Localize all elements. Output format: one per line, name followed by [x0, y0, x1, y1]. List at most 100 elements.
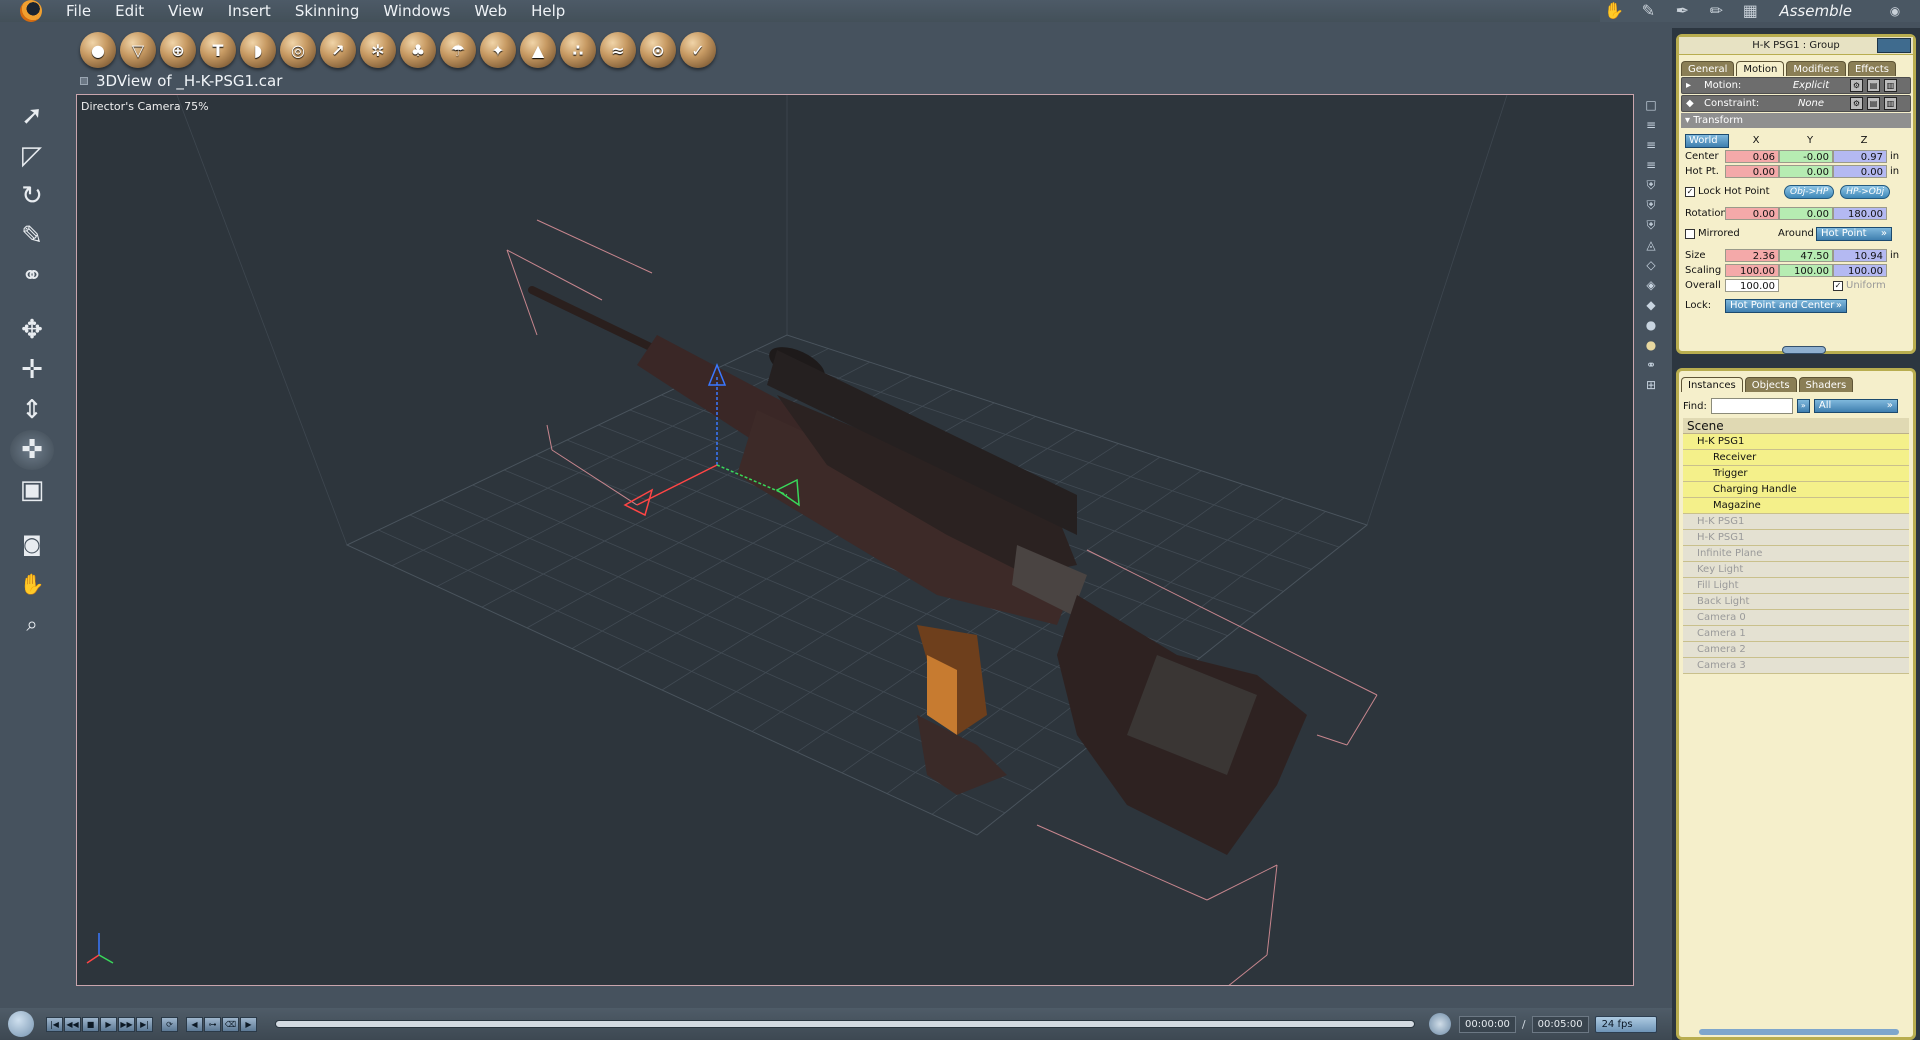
find-options-icon[interactable]: » [1796, 399, 1810, 413]
tree-item[interactable]: Fill Light [1683, 578, 1909, 594]
step-back-icon[interactable]: ◀◀ [64, 1016, 81, 1032]
motion-value[interactable]: Explicit [1776, 80, 1846, 91]
target-tool-icon[interactable]: ⊙ [640, 32, 676, 68]
bone-tool-icon[interactable]: ↗ [320, 32, 356, 68]
shaded-icon[interactable]: ◆ [1644, 298, 1658, 312]
scaling-y-field[interactable]: 100.00 [1779, 264, 1833, 277]
lock-select[interactable]: Hot Point and Center» [1725, 298, 1847, 313]
constraint-value[interactable]: None [1776, 98, 1846, 109]
link-chain-icon[interactable]: ⚭ [10, 256, 54, 296]
menu-file[interactable]: File [54, 2, 103, 20]
app-logo-icon[interactable] [20, 0, 42, 22]
transform-section[interactable]: ▾ Transform [1681, 113, 1911, 128]
motion-row[interactable]: ▸ Motion: Explicit ⚙ ▤ ▥ [1681, 77, 1911, 94]
pencil-room-icon[interactable]: ✏ [1705, 1, 1727, 21]
motion-settings-icon[interactable]: ⚙ [1850, 79, 1863, 92]
box-object-icon[interactable]: ▣ [10, 470, 54, 510]
panel-resize-handle[interactable] [1782, 346, 1826, 354]
move-xyz-icon[interactable]: ✥ [10, 310, 54, 350]
lock-hotpoint-checkbox[interactable]: ✓ [1685, 186, 1695, 197]
next-key-icon[interactable]: ▶ [240, 1016, 257, 1032]
tree-tool-icon[interactable]: ♣ [400, 32, 436, 68]
tree-item[interactable]: H-K PSG1 [1683, 530, 1909, 546]
stop-icon[interactable]: ■ [82, 1016, 99, 1032]
grid-icon[interactable]: ⊞ [1644, 378, 1658, 392]
tab-motion[interactable]: Motion [1736, 61, 1785, 76]
current-time[interactable]: 00:00:00 [1459, 1015, 1516, 1033]
fps-select[interactable]: 24 fps [1594, 1015, 1657, 1033]
expand-diamond-icon[interactable]: ◆ [1686, 98, 1700, 109]
render-mode-icon[interactable]: ◬ [1644, 238, 1658, 252]
mirrored-checkbox[interactable] [1685, 228, 1695, 239]
3d-viewport[interactable]: Director's Camera 75% [76, 94, 1634, 986]
find-input[interactable] [1710, 398, 1793, 414]
filter-select[interactable]: All » [1813, 399, 1898, 413]
white-square-icon[interactable]: □ [1644, 98, 1658, 112]
cube-icon[interactable]: ◈ [1644, 278, 1658, 292]
motion-lock-icon[interactable]: ▥ [1884, 79, 1897, 92]
tree-item[interactable]: Camera 3 [1683, 658, 1909, 674]
lines-icon-3[interactable]: ≡ [1644, 158, 1658, 172]
zoom-icon[interactable]: ⌕ [10, 604, 54, 644]
select-arrow-icon[interactable]: ➚ [10, 96, 54, 136]
constraint-row[interactable]: ◆ Constraint: None ⚙ ▤ ▥ [1681, 95, 1911, 112]
panel-view-buttons[interactable] [1877, 38, 1911, 53]
wrench-tool-icon[interactable]: ✦ [480, 32, 516, 68]
scatter-tool-icon[interactable]: ∴ [560, 32, 596, 68]
rotate-icon[interactable]: ↻ [10, 176, 54, 216]
animation-logo-icon[interactable] [8, 1011, 34, 1037]
sphere-tool-icon[interactable]: ● [80, 32, 116, 68]
gear-tool-icon[interactable]: ✲ [360, 32, 396, 68]
hotpoint-y-field[interactable]: 0.00 [1779, 165, 1833, 178]
menu-help[interactable]: Help [519, 2, 577, 20]
prev-key-icon[interactable]: ◀ [186, 1016, 203, 1032]
brush-room-icon[interactable]: ✎ [1637, 1, 1659, 21]
overall-field[interactable]: 100.00 [1725, 279, 1779, 292]
torus-tool-icon[interactable]: ◎ [280, 32, 316, 68]
render-tool-icon[interactable]: ✓ [680, 32, 716, 68]
sphere-shaded-icon[interactable]: ● [1644, 318, 1658, 332]
play-icon[interactable]: ▶ [100, 1016, 117, 1032]
text-tool-icon[interactable]: T [200, 32, 236, 68]
camera-icon[interactable]: ◙ [10, 524, 54, 564]
around-select[interactable]: Hot Point » [1816, 226, 1892, 241]
center-y-field[interactable]: -0.00 [1779, 150, 1833, 163]
expand-arrow-icon[interactable]: ▸ [1686, 80, 1700, 91]
lines-icon[interactable]: ≡ [1644, 118, 1658, 132]
menu-windows[interactable]: Windows [371, 2, 462, 20]
tree-item[interactable]: Back Light [1683, 594, 1909, 610]
horizontal-scrollbar[interactable] [1699, 1029, 1899, 1035]
scene-header[interactable]: Scene [1683, 418, 1909, 434]
uniform-checkbox[interactable]: ✓ [1833, 280, 1843, 291]
add-key-icon[interactable]: ⊶ [204, 1016, 221, 1032]
go-end-icon[interactable]: ▶| [136, 1016, 153, 1032]
menu-edit[interactable]: Edit [103, 2, 156, 20]
rotation-x-field[interactable]: 0.00 [1725, 207, 1779, 220]
pen-room-icon[interactable]: ✒ [1671, 1, 1693, 21]
motion-save-icon[interactable]: ▤ [1867, 79, 1880, 92]
tab-general[interactable]: General [1681, 61, 1735, 76]
rotation-y-field[interactable]: 0.00 [1779, 207, 1833, 220]
film-room-icon[interactable]: ▦ [1739, 1, 1761, 21]
tree-item[interactable]: Camera 2 [1683, 642, 1909, 658]
move-vertical-icon[interactable]: ⇕ [10, 390, 54, 430]
umbrella-tool-icon[interactable]: ☂ [440, 32, 476, 68]
hand-room-icon[interactable]: ✋ [1603, 1, 1625, 21]
tree-item[interactable]: Magazine [1683, 498, 1909, 514]
globe-tool-icon[interactable]: ⊕ [160, 32, 196, 68]
timeline-scrubber[interactable] [275, 1020, 1415, 1028]
tab-shaders[interactable]: Shaders [1798, 377, 1854, 392]
link-icon[interactable]: ⚭ [1644, 358, 1658, 372]
menu-web[interactable]: Web [462, 2, 519, 20]
move-universal-icon[interactable]: ✜ [10, 430, 54, 470]
clock-icon[interactable] [1429, 1013, 1451, 1035]
tree-item[interactable]: Charging Handle [1683, 482, 1909, 498]
tab-effects[interactable]: Effects [1847, 61, 1896, 76]
hp-to-obj-button[interactable]: HP->Obj [1840, 184, 1891, 199]
center-x-field[interactable]: 0.06 [1725, 150, 1779, 163]
shield-icon-3[interactable]: ⛨ [1644, 218, 1658, 232]
step-forward-icon[interactable]: ▶▶ [118, 1016, 135, 1032]
obj-to-hp-button[interactable]: Obj->HP [1784, 184, 1835, 199]
size-y-field[interactable]: 47.50 [1779, 249, 1833, 262]
tab-objects[interactable]: Objects [1744, 377, 1797, 392]
